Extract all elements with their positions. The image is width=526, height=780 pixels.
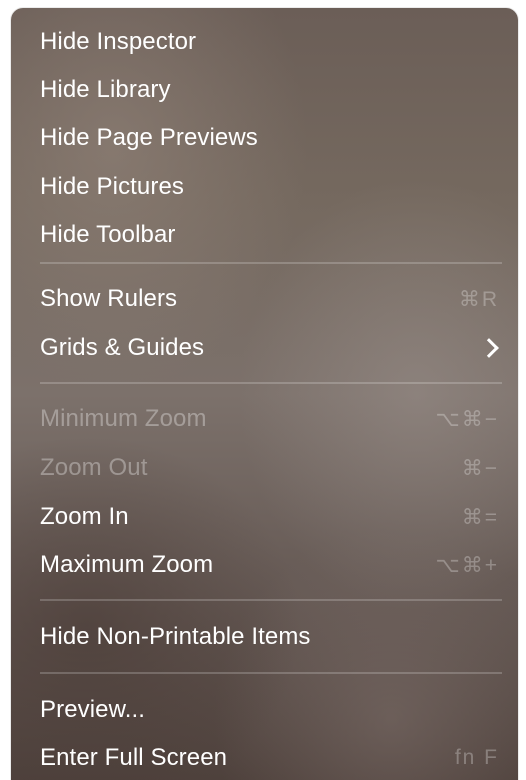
menu-item-label: Hide Pictures xyxy=(40,173,185,200)
menu-item-shortcut: ⌘= xyxy=(461,505,499,529)
menu-item-label: Hide Page Previews xyxy=(40,124,258,151)
menu-item-label: Grids & Guides xyxy=(40,334,205,361)
menu-separator xyxy=(40,672,502,674)
menu-item-shortcut: ⌘− xyxy=(461,456,499,480)
menu-item-label: Hide Toolbar xyxy=(40,221,176,248)
menu-item-label: Minimum Zoom xyxy=(40,405,207,432)
menu-item-enter-full-screen[interactable]: Enter Full Screen fn F xyxy=(11,734,518,780)
menu-item-grids-guides[interactable]: Grids & Guides xyxy=(11,324,518,372)
menu-separator xyxy=(40,262,502,264)
menu-separator xyxy=(40,382,502,384)
menu-item-label: Preview... xyxy=(40,696,146,723)
menu-item-hide-library[interactable]: Hide Library xyxy=(11,66,518,114)
menu-item-label: Hide Library xyxy=(40,76,171,103)
menu-item-label: Enter Full Screen xyxy=(40,744,228,771)
menu-item-preview[interactable]: Preview... xyxy=(11,686,518,734)
menu-separator xyxy=(40,599,502,601)
menu-item-show-rulers[interactable]: Show Rulers ⌘R xyxy=(11,275,518,323)
view-menu: Hide Inspector Hide Library Hide Page Pr… xyxy=(11,8,518,780)
menu-item-zoom-in[interactable]: Zoom In ⌘= xyxy=(11,493,518,541)
menu-item-label: Hide Inspector xyxy=(40,28,197,55)
menu-item-label: Hide Non-Printable Items xyxy=(40,623,311,650)
menu-item-label: Maximum Zoom xyxy=(40,551,214,578)
menu-item-label: Zoom Out xyxy=(40,454,148,481)
menu-item-hide-non-printable-items[interactable]: Hide Non-Printable Items xyxy=(11,613,518,661)
menu-item-hide-toolbar[interactable]: Hide Toolbar xyxy=(11,211,518,259)
menu-item-shortcut: ⌥⌘− xyxy=(435,407,499,431)
menu-item-shortcut: ⌘R xyxy=(458,287,499,311)
menu-item-hide-pictures[interactable]: Hide Pictures xyxy=(11,163,518,211)
menu-item-shortcut: fn F xyxy=(454,746,499,769)
menu-item-shortcut: ⌥⌘+ xyxy=(435,553,499,577)
menu-item-maximum-zoom[interactable]: Maximum Zoom ⌥⌘+ xyxy=(11,541,518,589)
chevron-right-icon xyxy=(479,338,499,358)
menu-item-hide-page-previews[interactable]: Hide Page Previews xyxy=(11,114,518,162)
menu-item-minimum-zoom: Minimum Zoom ⌥⌘− xyxy=(11,395,518,443)
menu-item-label: Show Rulers xyxy=(40,285,178,312)
menu-item-hide-inspector[interactable]: Hide Inspector xyxy=(11,18,518,66)
menu-item-label: Zoom In xyxy=(40,503,129,530)
menu-item-zoom-out: Zoom Out ⌘− xyxy=(11,444,518,492)
